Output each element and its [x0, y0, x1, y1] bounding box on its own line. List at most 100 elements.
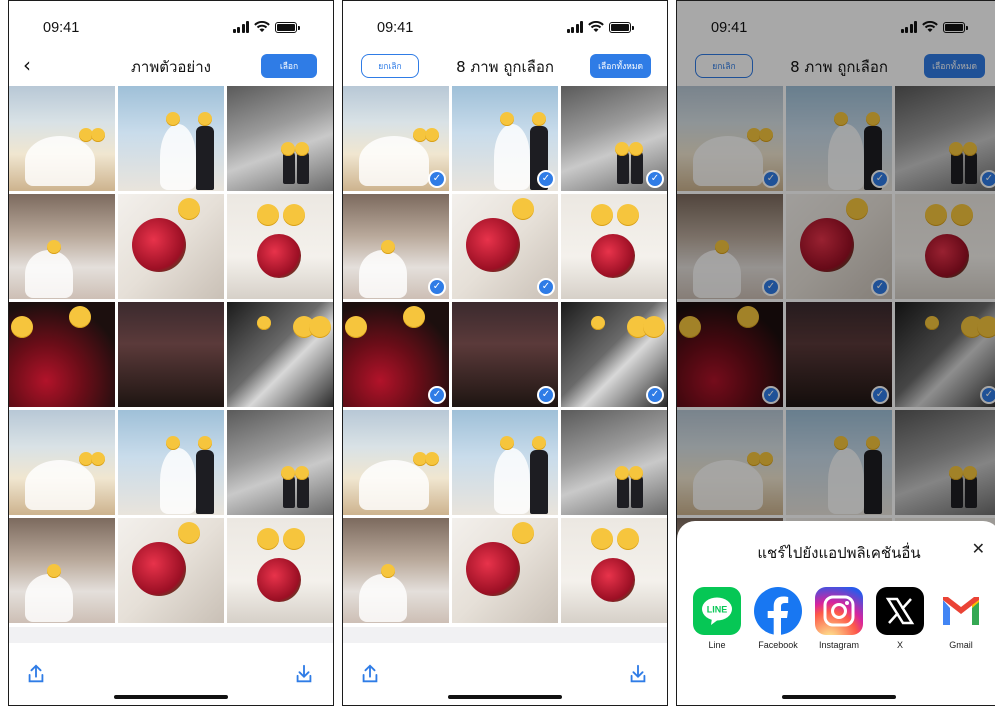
photo-subject — [466, 218, 520, 272]
photo-subject — [160, 448, 196, 514]
face-sticker — [532, 112, 546, 126]
share-gmail-button[interactable]: Gmail — [937, 587, 985, 650]
photo-thumbnail[interactable] — [9, 302, 115, 407]
signal-icon — [232, 21, 249, 33]
photo-thumbnail[interactable] — [561, 194, 667, 299]
photo-thumbnail[interactable]: ✓ — [561, 86, 667, 191]
select-all-button[interactable]: เลือกทั้งหมด — [590, 54, 651, 78]
share-screen: 09:41 ยกเลิก 8 ภาพ ถูกเลือก เลือกทั้งหมด… — [676, 0, 995, 706]
select-button[interactable]: เลือก — [261, 54, 317, 78]
photo-thumbnail[interactable] — [9, 86, 115, 191]
photo-thumbnail[interactable] — [561, 518, 667, 623]
photo-thumbnail[interactable] — [452, 518, 558, 623]
photo-subject — [359, 136, 429, 186]
photo-thumbnail[interactable] — [227, 518, 333, 623]
photo-subject — [196, 450, 214, 514]
photo-thumbnail[interactable] — [9, 518, 115, 623]
face-sticker — [257, 316, 271, 330]
photo-thumbnail[interactable] — [343, 410, 449, 515]
checkmark-icon: ✓ — [537, 278, 555, 296]
photo-subject — [132, 218, 186, 272]
face-sticker — [617, 528, 639, 550]
face-sticker — [629, 466, 643, 480]
photo-subject — [257, 558, 301, 602]
close-icon[interactable]: ✕ — [972, 539, 985, 558]
photo-subject — [132, 542, 186, 596]
share-x-button[interactable]: X — [876, 587, 924, 650]
download-icon[interactable] — [293, 663, 315, 685]
face-sticker — [403, 306, 425, 328]
photo-thumbnail[interactable] — [118, 194, 224, 299]
photo-subject — [25, 574, 73, 622]
checkmark-icon: ✓ — [537, 386, 555, 404]
signal-icon — [566, 21, 583, 33]
share-app-label: Gmail — [949, 640, 973, 650]
photo-thumbnail[interactable] — [118, 518, 224, 623]
photo-thumbnail[interactable] — [452, 410, 558, 515]
share-icon[interactable] — [25, 663, 47, 685]
face-sticker — [500, 436, 514, 450]
svg-text:LINE: LINE — [707, 605, 728, 615]
photo-thumbnail[interactable]: ✓ — [343, 302, 449, 407]
face-sticker — [166, 112, 180, 126]
status-bar: 09:41 — [9, 1, 333, 51]
photo-thumbnail[interactable]: ✓ — [452, 86, 558, 191]
face-sticker — [198, 436, 212, 450]
photo-grid — [9, 86, 333, 623]
share-sheet: แชร์ไปยังแอปพลิเคชันอื่น ✕ LINE Line Fac… — [677, 521, 995, 705]
photo-thumbnail[interactable] — [227, 86, 333, 191]
photo-subject — [25, 250, 73, 298]
face-sticker — [47, 240, 61, 254]
photo-subject — [257, 234, 301, 278]
status-bar: 09:41 — [343, 1, 667, 51]
photo-thumbnail[interactable] — [343, 518, 449, 623]
face-sticker — [91, 128, 105, 142]
face-sticker — [643, 316, 665, 338]
share-icon[interactable] — [359, 663, 381, 685]
home-indicator — [114, 695, 228, 699]
face-sticker — [425, 452, 439, 466]
face-sticker — [345, 316, 367, 338]
status-time: 09:41 — [43, 20, 80, 36]
face-sticker — [283, 204, 305, 226]
face-sticker — [47, 564, 61, 578]
face-sticker — [198, 112, 212, 126]
face-sticker — [425, 128, 439, 142]
face-sticker — [295, 142, 309, 156]
photo-thumbnail[interactable] — [118, 410, 224, 515]
photo-thumbnail[interactable]: ✓ — [452, 302, 558, 407]
share-facebook-button[interactable]: Facebook — [754, 587, 802, 650]
face-sticker — [500, 112, 514, 126]
photo-thumbnail[interactable] — [9, 410, 115, 515]
share-line-button[interactable]: LINE Line — [693, 587, 741, 650]
face-sticker — [615, 142, 629, 156]
battery-icon — [609, 21, 634, 33]
home-indicator — [782, 695, 896, 699]
share-app-label: Line — [708, 640, 726, 650]
gmail-icon — [937, 587, 985, 635]
photo-thumbnail[interactable]: ✓ — [561, 302, 667, 407]
photo-thumbnail[interactable]: ✓ — [343, 86, 449, 191]
download-icon[interactable] — [627, 663, 649, 685]
photo-thumbnail[interactable] — [9, 194, 115, 299]
share-instagram-button[interactable]: Instagram — [815, 587, 863, 650]
face-sticker — [178, 522, 200, 544]
checkmark-icon: ✓ — [646, 170, 664, 188]
photo-thumbnail[interactable] — [227, 410, 333, 515]
photo-thumbnail[interactable]: ✓ — [452, 194, 558, 299]
photo-thumbnail[interactable] — [118, 302, 224, 407]
face-sticker — [91, 452, 105, 466]
header: ‹ ภาพตัวอย่าง เลือก — [9, 51, 333, 85]
photo-thumbnail[interactable] — [561, 410, 667, 515]
photo-thumbnail[interactable] — [227, 194, 333, 299]
photo-thumbnail[interactable]: ✓ — [343, 194, 449, 299]
header: ยกเลิก 8 ภาพ ถูกเลือก เลือกทั้งหมด — [343, 51, 667, 85]
face-sticker — [69, 306, 91, 328]
selection-screen: 09:41 ยกเลิก 8 ภาพ ถูกเลือก เลือกทั้งหมด… — [342, 0, 668, 706]
battery-icon — [275, 21, 300, 33]
photo-thumbnail[interactable] — [227, 302, 333, 407]
photo-thumbnail[interactable] — [118, 86, 224, 191]
face-sticker — [381, 240, 395, 254]
photo-subject — [25, 460, 95, 510]
face-sticker — [309, 316, 331, 338]
